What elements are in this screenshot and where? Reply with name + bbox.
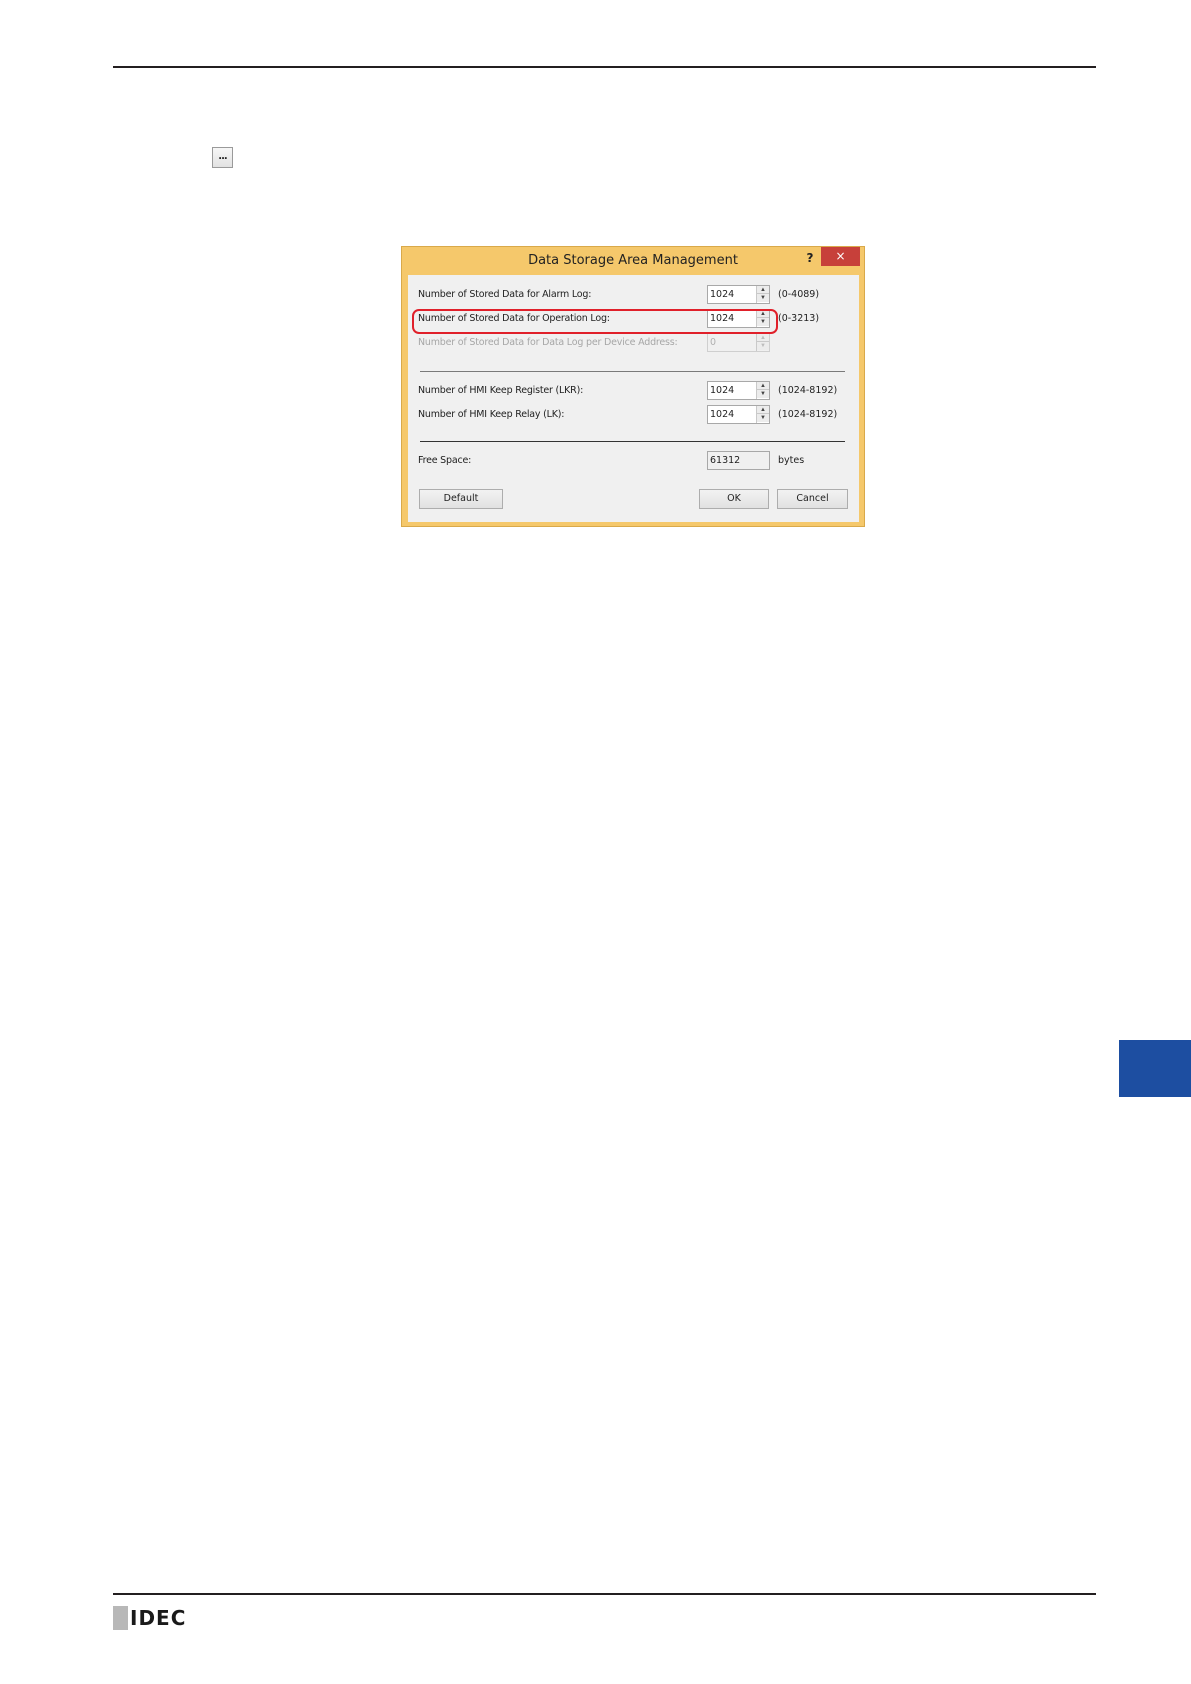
alarm-log-value[interactable]: 1024 (710, 289, 734, 300)
cancel-button[interactable]: Cancel (777, 489, 848, 509)
spin-down-icon[interactable]: ▼ (757, 414, 769, 422)
header-rule (113, 66, 1096, 68)
spin-down-icon[interactable]: ▼ (757, 390, 769, 398)
keep-relay-spinbox[interactable]: 1024 ▲ ▼ (707, 405, 770, 424)
data-storage-dialog: Data Storage Area Management ? × Number … (401, 246, 865, 527)
logo-mark-icon (113, 1606, 128, 1630)
browse-button[interactable]: ... (212, 147, 233, 168)
dialog-title: Data Storage Area Management (528, 253, 738, 268)
ok-button[interactable]: OK (699, 489, 769, 509)
dialog-title-bar[interactable]: Data Storage Area Management ? × (402, 247, 864, 273)
keep-relay-label: Number of HMI Keep Relay (LK): (418, 409, 565, 420)
spin-up-icon[interactable]: ▲ (757, 406, 769, 414)
data-log-spinbox: 0 ▲ ▼ (707, 333, 770, 352)
separator (420, 371, 845, 372)
free-space-unit: bytes (778, 455, 805, 466)
keep-register-spinbox[interactable]: 1024 ▲ ▼ (707, 381, 770, 400)
free-space-field: 61312 (707, 451, 770, 470)
spin-down-icon: ▼ (757, 342, 769, 350)
data-log-value: 0 (710, 337, 717, 348)
operation-log-range: (0-3213) (778, 313, 820, 324)
free-space-value: 61312 (710, 455, 741, 466)
close-button[interactable]: × (821, 247, 860, 266)
spin-up-icon[interactable]: ▲ (757, 382, 769, 390)
keep-relay-range: (1024-8192) (778, 409, 838, 420)
separator (420, 441, 845, 442)
keep-register-value[interactable]: 1024 (710, 385, 734, 396)
spin-up-icon[interactable]: ▲ (757, 286, 769, 294)
logo-text: IDEC (130, 1606, 187, 1630)
free-space-label: Free Space: (418, 455, 472, 466)
alarm-log-label: Number of Stored Data for Alarm Log: (418, 289, 592, 300)
keep-register-range: (1024-8192) (778, 385, 838, 396)
chapter-tab (1119, 1040, 1191, 1097)
alarm-log-spinbox[interactable]: 1024 ▲ ▼ (707, 285, 770, 304)
help-button[interactable]: ? (801, 250, 819, 266)
alarm-log-range: (0-4089) (778, 289, 820, 300)
footer-rule (113, 1593, 1096, 1595)
keep-relay-value[interactable]: 1024 (710, 409, 734, 420)
default-button[interactable]: Default (419, 489, 503, 509)
spin-up-icon: ▲ (757, 334, 769, 342)
operation-log-highlight (412, 309, 778, 334)
data-log-label: Number of Stored Data for Data Log per D… (418, 337, 678, 348)
keep-register-label: Number of HMI Keep Register (LKR): (418, 385, 584, 396)
idec-logo: IDEC (113, 1606, 186, 1630)
spin-down-icon[interactable]: ▼ (757, 294, 769, 302)
